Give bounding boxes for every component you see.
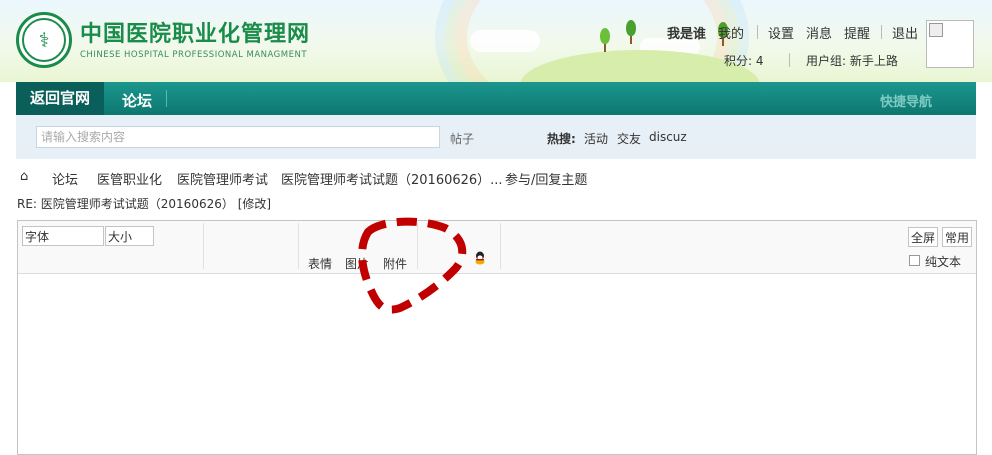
common-button[interactable]: 常用 bbox=[942, 227, 973, 247]
divider bbox=[757, 25, 758, 39]
breadcrumb-item[interactable]: 医院管理师考试 bbox=[177, 169, 268, 188]
search-bar: 帖子 热搜: 活动 交友 discuz bbox=[16, 115, 976, 159]
messages-link[interactable]: 消息 bbox=[806, 23, 832, 42]
breadcrumb-item[interactable]: 医院管理师考试试题（20160626）... bbox=[281, 169, 503, 188]
caduceus-icon: ⚕ bbox=[22, 18, 66, 62]
hot-term-link[interactable]: 交友 bbox=[617, 130, 641, 147]
site-title[interactable]: 中国医院职业化管理网 bbox=[80, 16, 310, 48]
toolbar-divider bbox=[500, 223, 501, 269]
nav-back-home[interactable]: 返回官网 bbox=[16, 82, 105, 115]
divider bbox=[881, 25, 882, 39]
breadcrumb-item[interactable]: 论坛 bbox=[52, 169, 78, 188]
toolbar-divider bbox=[203, 223, 204, 269]
user-name-link[interactable]: 我是谁 bbox=[667, 23, 706, 42]
user-group-link[interactable]: 用户组: 新手上路 bbox=[806, 52, 898, 69]
points-link[interactable]: 积分: 4 bbox=[724, 52, 764, 69]
remind-link[interactable]: 提醒 bbox=[844, 23, 870, 42]
search-type-select[interactable]: 帖子 bbox=[450, 130, 474, 147]
search-input[interactable] bbox=[36, 126, 440, 148]
nav-divider bbox=[166, 90, 167, 107]
hot-term-link[interactable]: 活动 bbox=[584, 130, 608, 147]
site-header: ⚕ 中国医院职业化管理网 CHINESE HOSPITAL PROFESSION… bbox=[0, 0, 992, 82]
attachment-button[interactable]: 附件 bbox=[383, 255, 407, 272]
settings-link[interactable]: 设置 bbox=[768, 23, 794, 42]
quick-nav-button[interactable]: 快捷导航 bbox=[880, 91, 932, 110]
tree-decoration bbox=[600, 28, 610, 52]
plain-text-checkbox[interactable] bbox=[909, 255, 920, 266]
site-subtitle: CHINESE HOSPITAL PROFESSIONAL MANAGMENT bbox=[80, 50, 308, 60]
editor-toolbar: 字体 大小 表情 图片 附件 全屏 常用 纯文本 bbox=[18, 221, 976, 274]
broken-image-icon bbox=[929, 23, 943, 37]
plain-text-label: 纯文本 bbox=[925, 255, 962, 269]
emoji-button[interactable]: 表情 bbox=[308, 255, 332, 272]
font-select[interactable]: 字体 bbox=[22, 226, 104, 246]
hot-search-label: 热搜: bbox=[547, 132, 576, 146]
home-icon[interactable]: ⌂ bbox=[20, 169, 28, 184]
nav-forum[interactable]: 论坛 bbox=[122, 90, 152, 111]
tree-decoration bbox=[626, 20, 636, 44]
font-size-select[interactable]: 大小 bbox=[105, 226, 154, 246]
mine-link[interactable]: 我的 bbox=[718, 23, 744, 42]
site-logo[interactable]: ⚕ bbox=[16, 12, 72, 68]
toolbar-divider bbox=[417, 223, 418, 269]
main-nav: 返回官网 论坛 快捷导航 bbox=[16, 82, 976, 115]
breadcrumb-item: 参与/回复主题 bbox=[505, 173, 588, 188]
toolbar-divider bbox=[298, 223, 299, 269]
divider bbox=[789, 53, 790, 67]
fullscreen-button[interactable]: 全屏 bbox=[908, 227, 939, 247]
reply-title: RE: 医院管理师考试试题（20160626） bbox=[17, 197, 234, 211]
edit-title-link[interactable]: [修改] bbox=[238, 197, 271, 211]
cloud-decoration bbox=[470, 30, 540, 52]
reply-title-row: RE: 医院管理师考试试题（20160626） [修改] bbox=[17, 195, 271, 212]
image-button[interactable]: 图片 bbox=[345, 255, 369, 272]
avatar[interactable] bbox=[926, 20, 974, 68]
breadcrumb-item[interactable]: 医管职业化 bbox=[97, 169, 162, 188]
post-editor: 字体 大小 表情 图片 附件 全屏 常用 纯文本 bbox=[17, 220, 977, 455]
editor-textarea[interactable] bbox=[18, 274, 976, 454]
qq-icon[interactable] bbox=[474, 251, 486, 265]
hot-term-link[interactable]: discuz bbox=[649, 130, 687, 144]
logout-link[interactable]: 退出 bbox=[892, 23, 918, 42]
